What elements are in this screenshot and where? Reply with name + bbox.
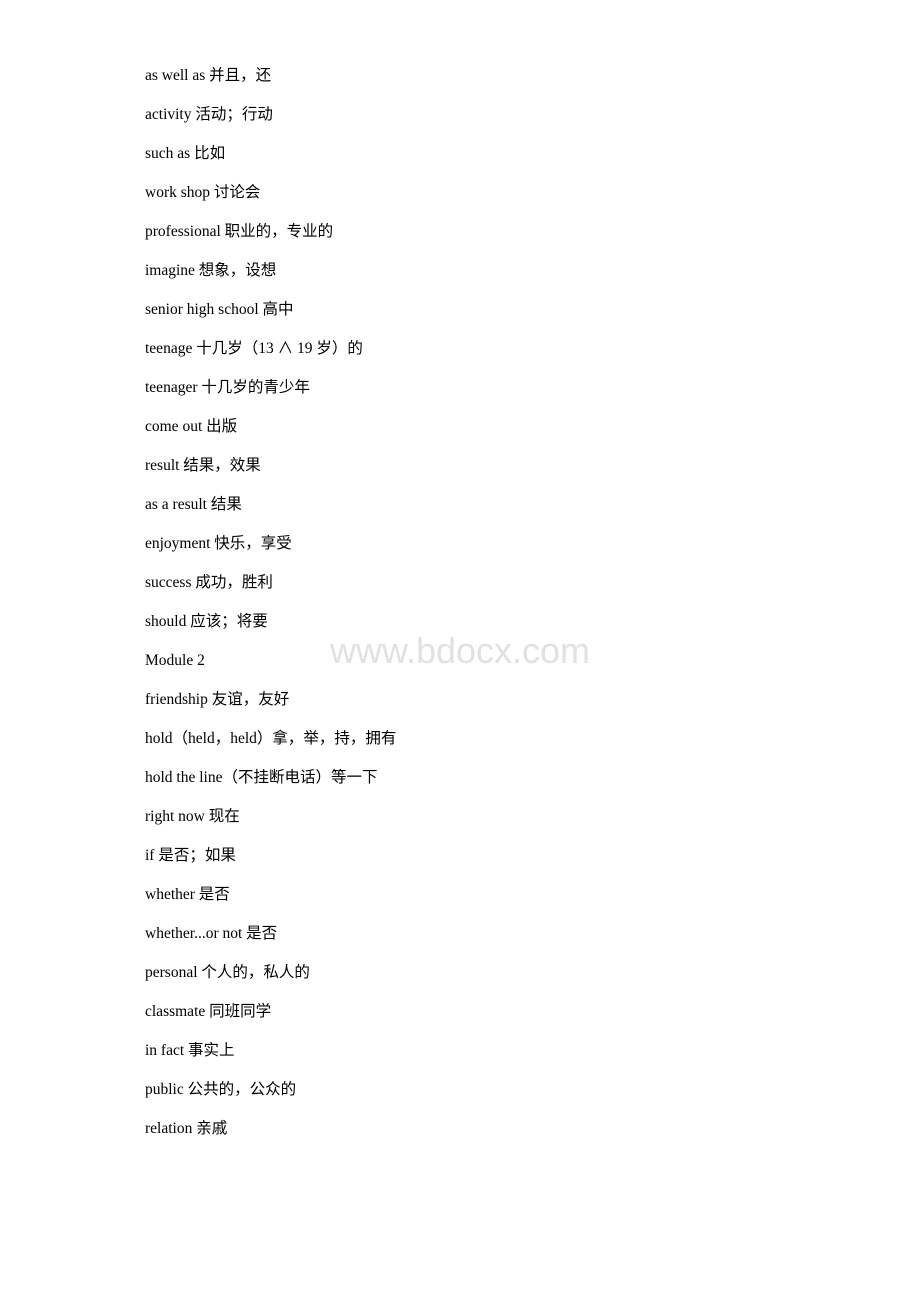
vocab-item-personal: personal 个人的，私人的 [145, 957, 775, 988]
vocab-item-hold: hold（held，held）拿，举，持，拥有 [145, 723, 775, 754]
vocab-item-teenage: teenage 十几岁（13 ∧ 19 岁）的 [145, 333, 775, 364]
vocab-item-relation: relation 亲戚 [145, 1113, 775, 1144]
vocab-item-result: result 结果，效果 [145, 450, 775, 481]
vocab-item-whether-or-not: whether...or not 是否 [145, 918, 775, 949]
vocab-item-friendship: friendship 友谊，友好 [145, 684, 775, 715]
vocab-item-senior-high-school: senior high school 高中 [145, 294, 775, 325]
vocab-item-should: should 应该；将要 [145, 606, 775, 637]
vocab-item-in-fact: in fact 事实上 [145, 1035, 775, 1066]
main-content: as well as 并且，还 activity 活动；行动 such as 比如 w… [0, 0, 920, 1212]
vocab-item-teenager: teenager 十几岁的青少年 [145, 372, 775, 403]
vocab-item-work-shop: work shop 讨论会 [145, 177, 775, 208]
vocab-item-success: success 成功，胜利 [145, 567, 775, 598]
vocab-item-hold-the-line: hold the line（不挂断电话）等一下 [145, 762, 775, 793]
vocab-item-imagine: imagine 想象，设想 [145, 255, 775, 286]
vocab-item-whether: whether 是否 [145, 879, 775, 910]
vocab-item-professional: professional 职业的，专业的 [145, 216, 775, 247]
vocab-item-public: public 公共的，公众的 [145, 1074, 775, 1105]
vocab-item-enjoyment: enjoyment 快乐，享受 [145, 528, 775, 559]
vocab-item-if: if 是否；如果 [145, 840, 775, 871]
vocab-item-module2: Module 2 [145, 645, 775, 676]
vocab-item-activity: activity 活动；行动 [145, 99, 775, 130]
vocab-item-as-a-result: as a result 结果 [145, 489, 775, 520]
vocab-item-as-well-as: as well as 并且，还 [145, 60, 775, 91]
vocab-item-classmate: classmate 同班同学 [145, 996, 775, 1027]
vocab-item-right-now: right now 现在 [145, 801, 775, 832]
vocab-item-come-out: come out 出版 [145, 411, 775, 442]
vocabulary-list: as well as 并且，还 activity 活动；行动 such as 比如 w… [145, 60, 775, 1144]
vocab-item-such-as: such as 比如 [145, 138, 775, 169]
